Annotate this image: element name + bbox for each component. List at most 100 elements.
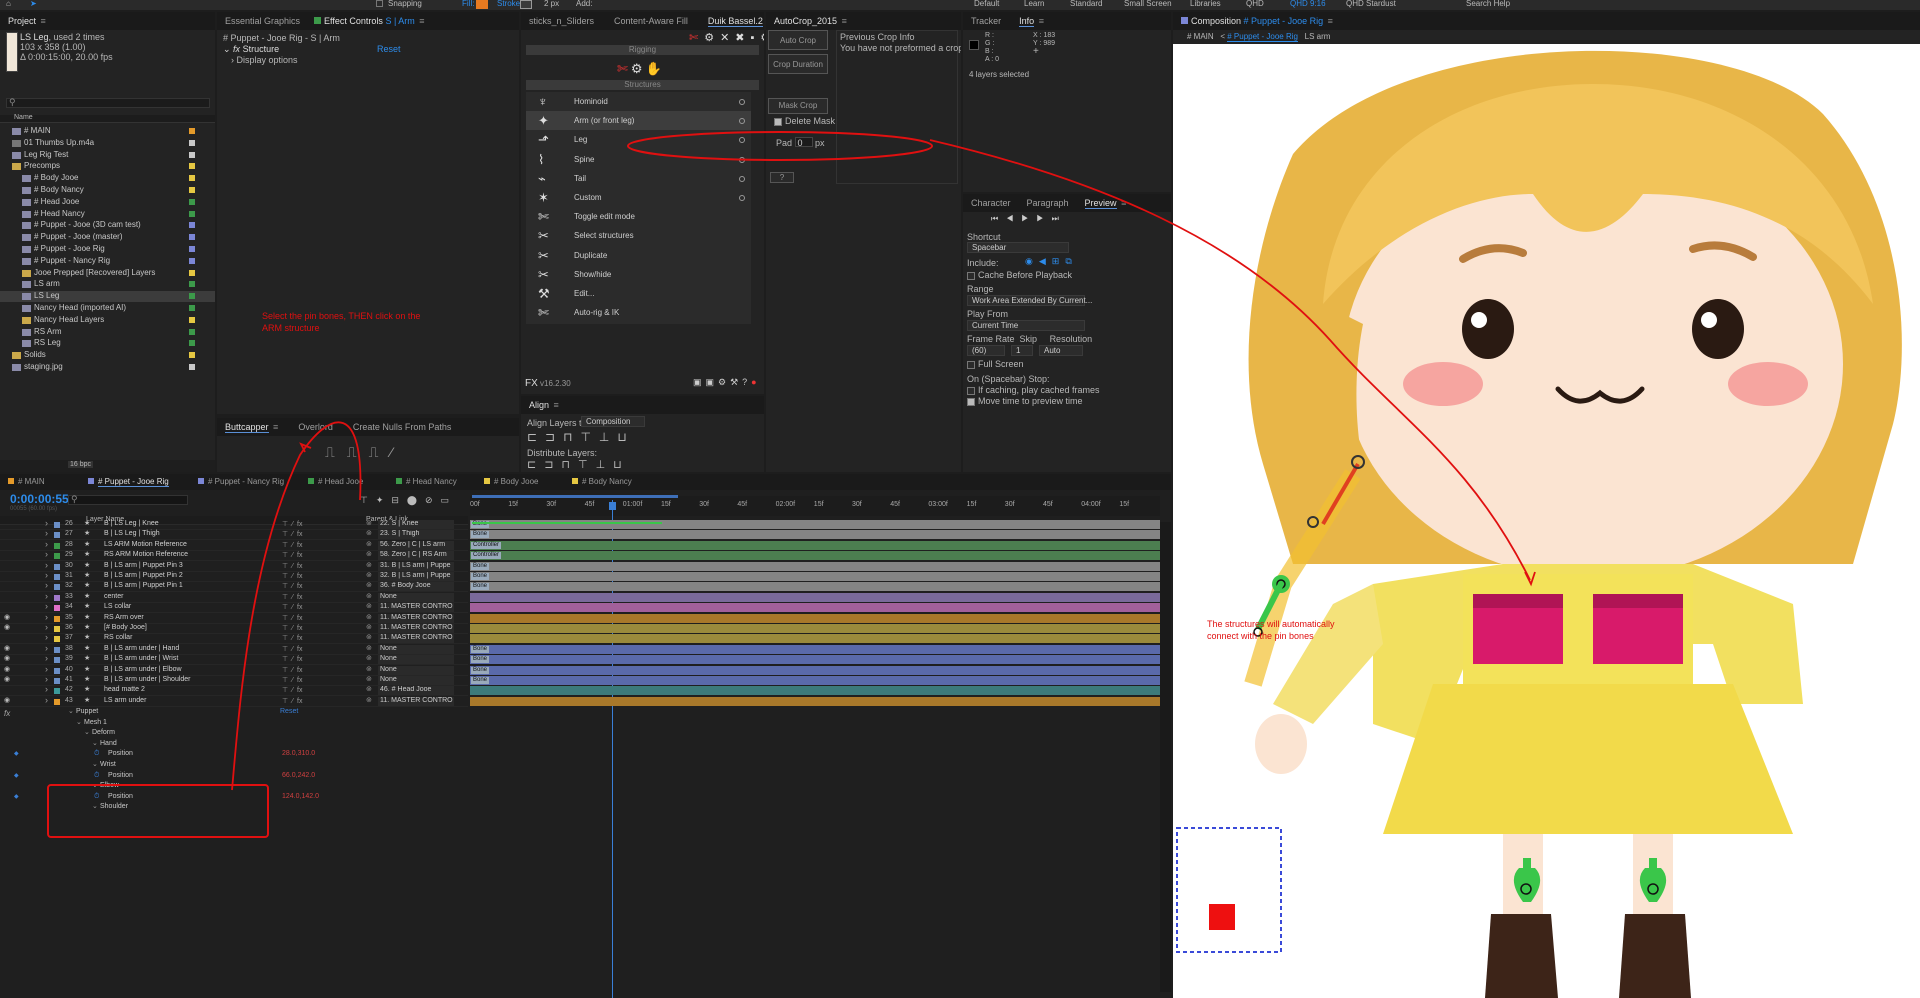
layer-row[interactable]: › 27 ★ B | LS Leg | Thigh ⊤ ⁄ fx ⊚ 23. S | Thi… [0, 528, 468, 541]
tab-overlord[interactable]: Overlord [298, 422, 333, 432]
effect-structure[interactable]: ⌄ fx Structure [223, 44, 279, 55]
layer-row[interactable]: ◉ › 38 ★ B | LS arm under | Hand ⊤ ⁄ fx ⊚ None [0, 643, 468, 655]
layer-color-swatch[interactable] [54, 522, 60, 528]
layer-row[interactable]: › 28 ★ LS ARM Motion Reference ⊤ ⁄ fx ⊚ 56. Ze… [0, 539, 468, 551]
expand-chevron-icon[interactable]: › [45, 612, 48, 622]
expand-chevron-icon[interactable]: › [45, 518, 48, 528]
parent-dropdown[interactable]: 11. MASTER CONTRO [378, 634, 454, 644]
expand-chevron-icon[interactable]: › [45, 601, 48, 611]
expand-chevron-icon[interactable]: › [45, 591, 48, 601]
visibility-eye-icon[interactable]: ◉ [4, 654, 10, 662]
layer-switches[interactable]: ⊤ ⁄ fx [282, 666, 303, 674]
layer-row[interactable]: ◉ › 43 ★ LS arm under ⊤ ⁄ fx ⊚ 11. MASTER CONTR… [0, 695, 468, 707]
timeline-tab[interactable]: # MAIN [8, 477, 45, 486]
label-color-swatch[interactable] [189, 234, 195, 241]
duik-item[interactable]: ⌇ Spine [526, 149, 751, 171]
layer-row[interactable]: › 37 ★ RS collar ⊤ ⁄ fx ⊚ 11. MASTER CONTRO [0, 632, 468, 645]
visibility-eye-icon[interactable]: ◉ [4, 613, 10, 621]
skip-dropdown[interactable]: 1 [1011, 345, 1033, 356]
column-name[interactable]: Name [14, 114, 33, 121]
layer-color-swatch[interactable] [54, 553, 60, 560]
pickwhip-icon[interactable]: ⊚ [366, 644, 372, 652]
duik-item[interactable]: ✂ Select structures [526, 226, 751, 248]
parent-dropdown[interactable]: None [378, 676, 454, 685]
expand-chevron-icon[interactable]: › [45, 560, 48, 570]
parent-dropdown[interactable]: 11. MASTER CONTRO [378, 603, 454, 613]
pad-input[interactable]: 0 [794, 137, 813, 148]
duik-item[interactable]: ✦ Arm (or front leg) [526, 111, 751, 133]
stopwatch-icon[interactable]: ⏱ [94, 772, 99, 780]
project-item[interactable]: Solids [0, 350, 215, 361]
project-item[interactable]: # Head Nancy [0, 209, 215, 220]
expand-chevron-icon[interactable]: ⌄ [92, 802, 98, 810]
expand-chevron-icon[interactable]: › [45, 653, 48, 663]
layer-name[interactable]: LS arm under [104, 697, 146, 704]
label-color-swatch[interactable] [189, 139, 195, 146]
duik-option-dot[interactable] [739, 175, 745, 182]
pickwhip-icon[interactable]: ⊚ [366, 675, 372, 683]
parent-dropdown[interactable]: 32. B | LS arm | Puppe [378, 572, 454, 581]
expand-chevron-icon[interactable]: › [45, 580, 48, 590]
tab-essential-graphics[interactable]: Essential Graphics [225, 16, 300, 26]
project-item[interactable]: # Puppet - Jooe (3D cam test) [0, 220, 215, 231]
layer-name[interactable]: B | LS arm | Puppet Pin 1 [104, 582, 183, 589]
pickwhip-icon[interactable]: ⊚ [366, 685, 372, 693]
layer-color-swatch[interactable] [54, 605, 60, 612]
auto-crop-button[interactable]: Auto Crop [768, 30, 828, 50]
move-time-checkbox[interactable]: Move time to preview time [967, 396, 1083, 406]
project-search-input[interactable]: ⚲ [6, 97, 210, 108]
layer-name[interactable]: [# Body Jooe] [104, 624, 147, 631]
duik-item[interactable]: ⚒ Edit... [526, 284, 751, 305]
label-color-swatch[interactable] [189, 257, 195, 264]
duik-option-dot[interactable] [739, 137, 745, 144]
layer-duration-bar[interactable]: Bone [470, 655, 1160, 665]
property-row[interactable]: ⌄ Elbow [0, 782, 468, 792]
expand-chevron-icon[interactable]: ⌄ [68, 707, 74, 715]
project-item[interactable]: Nancy Head (imported AI) [0, 303, 215, 314]
duik-option-dot[interactable] [739, 195, 745, 201]
visibility-eye-icon[interactable]: ◉ [4, 623, 10, 631]
layer-color-swatch[interactable] [54, 542, 60, 549]
expand-chevron-icon[interactable]: › [45, 695, 48, 705]
bpc-button[interactable]: 16 bpc [68, 461, 94, 468]
parent-dropdown[interactable]: 56. Zero | C | LS arm [378, 540, 454, 550]
layer-row[interactable]: › 34 ★ LS collar ⊤ ⁄ fx ⊚ 11. MASTER CONTRO [0, 601, 468, 614]
resolution-dropdown[interactable]: Auto [1039, 345, 1083, 356]
delete-mask-checkbox[interactable]: Delete Mask [774, 116, 835, 126]
layer-switches[interactable]: ⊤ ⁄ fx [282, 520, 303, 528]
layer-switches[interactable]: ⊤ ⁄ fx [282, 530, 303, 538]
composition-canvas[interactable]: The structures will automatically connec… [1173, 44, 1920, 998]
layer-name[interactable]: B | LS arm under | Hand [104, 645, 179, 652]
duik-item[interactable]: ⬏ Leg [526, 130, 751, 152]
crop-duration-button[interactable]: Crop Duration [768, 54, 828, 74]
project-item[interactable]: 01 Thumbs Up.m4a [0, 138, 215, 149]
timeline-tab[interactable]: # Body Nancy [572, 477, 632, 486]
project-item[interactable]: LS Leg [0, 291, 215, 303]
work-area-bar[interactable] [472, 495, 678, 498]
tab-project[interactable]: Project ≡ [8, 16, 46, 26]
layer-color-swatch[interactable] [54, 646, 60, 653]
tab-buttcapper[interactable]: Buttcapper ≡ [225, 422, 278, 433]
layer-switches[interactable]: ⊤ ⁄ fx [282, 655, 303, 663]
tab-content-aware-fill[interactable]: Content-Aware Fill [614, 16, 688, 26]
display-options[interactable]: › Display options [231, 55, 298, 65]
expand-chevron-icon[interactable]: › [45, 664, 48, 674]
timeline-tab[interactable]: # Puppet - Nancy Rig [198, 477, 284, 486]
layer-name[interactable]: LS ARM Motion Reference [104, 541, 187, 548]
crumb-puppet[interactable]: # Puppet - Jooe Rig [1227, 32, 1298, 42]
property-row[interactable]: ⌄ Mesh 1 [0, 719, 468, 729]
playback-controls[interactable]: ⏮◀▶▶⏭ [991, 214, 1067, 224]
layer-row[interactable]: › 42 ★ head matte 2 ⊤ ⁄ fx ⊚ 46. # Head Jooe [0, 684, 468, 697]
tab-preview[interactable]: Preview ≡ [1084, 198, 1126, 209]
layer-row[interactable]: › 30 ★ B | LS arm | Puppet Pin 3 ⊤ ⁄ fx ⊚ 31. … [0, 560, 468, 572]
tab-autocrop[interactable]: AutoCrop_2015 ≡ [774, 16, 847, 26]
property-row[interactable]: ⌄ Wrist [0, 761, 468, 771]
playhead-handle[interactable] [609, 502, 616, 510]
expand-chevron-icon[interactable]: › [45, 674, 48, 684]
property-row[interactable]: ⌄ Shoulder [0, 803, 468, 813]
layer-color-swatch[interactable] [54, 688, 60, 695]
project-item[interactable]: # Puppet - Jooe Rig [0, 244, 215, 255]
layer-color-swatch[interactable] [54, 574, 60, 580]
pickwhip-icon[interactable]: ⊚ [366, 613, 372, 621]
expand-chevron-icon[interactable]: › [45, 539, 48, 549]
